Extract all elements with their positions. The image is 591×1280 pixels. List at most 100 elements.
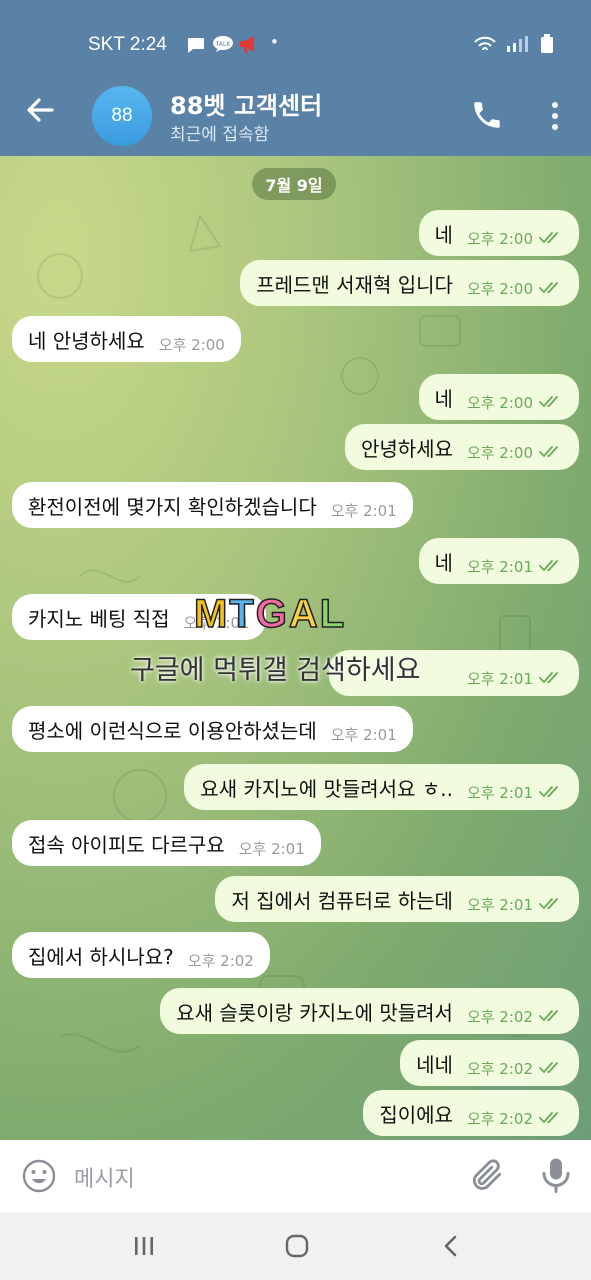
message-time: 오후 2:00	[466, 393, 533, 412]
read-receipt-icon	[539, 560, 558, 572]
back-arrow-icon[interactable]	[22, 92, 58, 128]
outgoing-message[interactable]: 네 오후 2:00	[418, 210, 579, 256]
home-icon[interactable]	[284, 1233, 310, 1259]
message-text: 안녕하세요	[360, 436, 453, 461]
message-text: 프레드맨 서재혁 입니다	[256, 272, 453, 297]
read-receipt-icon	[539, 282, 558, 294]
message-time: 오후 2:00	[466, 279, 533, 298]
read-receipt-icon	[539, 898, 558, 910]
system-icons	[473, 34, 559, 58]
read-receipt-icon	[539, 786, 558, 798]
message-time: 오후 2:02	[466, 1059, 533, 1078]
message-meta: 오후 2:00	[159, 334, 225, 355]
message-time: 오후 2:02	[466, 1109, 533, 1128]
message-text: 카지노 베팅 직접	[28, 606, 170, 631]
message-text: 평소에 이런식으로 이용안하셨는데	[28, 718, 317, 743]
message-text: 네네	[416, 1052, 453, 1077]
message-time: 오후 2:00	[466, 229, 533, 248]
incoming-message[interactable]: 환전이전에 몇가지 확인하겠습니다 오후 2:01	[12, 482, 413, 528]
message-text: 네	[434, 386, 453, 411]
message-input[interactable]: 메시지	[74, 1161, 135, 1193]
nav-back-icon[interactable]	[440, 1234, 462, 1258]
incoming-message[interactable]: 카지노 베팅 직접 오후 2:01	[12, 594, 266, 640]
app-header: SKT 2:24 TALK • 88 88벳 고객센터 최근에 접속함	[0, 0, 591, 156]
message-text: 접속 아이피도 다르구요	[28, 832, 225, 857]
message-text: 요새 카지노에 맛들려서요 ㅎ..	[200, 776, 453, 801]
message-meta: 오후 2:02	[188, 950, 254, 971]
read-receipt-icon	[539, 1112, 558, 1124]
message-notification-icon	[186, 36, 206, 58]
message-meta: 오후 2:00	[467, 278, 563, 299]
message-meta: 오후 2:01	[331, 500, 397, 521]
emoji-icon[interactable]	[20, 1157, 58, 1195]
talk-notification-icon: TALK	[212, 35, 234, 57]
status-bar: SKT 2:24 TALK •	[0, 0, 591, 82]
last-seen-status: 최근에 접속함	[170, 125, 270, 145]
message-text: 집에서 하시나요?	[28, 944, 174, 969]
phone-call-icon[interactable]	[470, 98, 504, 132]
message-time: 오후 2:01	[238, 839, 305, 858]
message-input-bar: 메시지	[0, 1140, 591, 1212]
message-meta: 오후 2:01	[467, 894, 563, 915]
message-text: 네 안녕하세요	[28, 328, 145, 353]
message-meta: 오후 2:01	[331, 724, 397, 745]
message-meta: 오후 2:01	[467, 668, 563, 689]
message-text: 네	[434, 222, 453, 247]
message-meta: 오후 2:01	[467, 556, 563, 577]
message-time: 오후 2:02	[187, 951, 254, 970]
microphone-icon[interactable]	[538, 1155, 574, 1195]
message-text: 집이에요	[379, 1102, 453, 1127]
message-text: 저 집에서 컴퓨터로 하는데	[231, 888, 453, 913]
chat-area[interactable]: 7월 9일 네 오후 2:00 프레드맨 서재혁 입니다 오후 2:00 네 안녕하세요…	[0, 156, 591, 1140]
outgoing-message[interactable]: 오후 2:01	[329, 650, 579, 696]
message-text: 요새 슬롯이랑 카지노에 맛들려서	[176, 1000, 453, 1025]
incoming-message[interactable]: 집에서 하시나요? 오후 2:02	[12, 932, 270, 978]
attach-icon[interactable]	[468, 1155, 506, 1195]
message-time: 오후 2:01	[466, 557, 533, 576]
outgoing-message[interactable]: 프레드맨 서재혁 입니다 오후 2:00	[240, 260, 579, 306]
read-receipt-icon	[539, 1062, 558, 1074]
message-meta: 오후 2:01	[184, 612, 250, 633]
message-meta: 오후 2:02	[467, 1108, 563, 1129]
message-text: 환전이전에 몇가지 확인하겠습니다	[28, 494, 317, 519]
message-meta: 오후 2:00	[467, 228, 563, 249]
message-time: 오후 2:01	[466, 783, 533, 802]
outgoing-message[interactable]: 요새 슬롯이랑 카지노에 맛들려서 오후 2:02	[160, 988, 579, 1034]
status-time: SKT 2:24	[88, 34, 167, 55]
message-time: 오후 2:01	[466, 669, 533, 688]
message-meta: 오후 2:01	[467, 782, 563, 803]
read-receipt-icon	[539, 396, 558, 408]
message-meta: 오후 2:00	[467, 442, 563, 463]
message-meta: 오후 2:00	[467, 392, 563, 413]
message-time: 오후 2:00	[466, 443, 533, 462]
recent-apps-icon[interactable]	[132, 1234, 156, 1258]
outgoing-message[interactable]: 네네 오후 2:02	[400, 1040, 579, 1086]
outgoing-message[interactable]: 네 오후 2:00	[418, 374, 579, 420]
incoming-message[interactable]: 네 안녕하세요 오후 2:00	[12, 316, 241, 362]
message-text: 네	[434, 550, 453, 575]
outgoing-message[interactable]: 요새 카지노에 맛들려서요 ㅎ.. 오후 2:01	[184, 764, 579, 810]
svg-text:TALK: TALK	[215, 41, 232, 48]
message-meta: 오후 2:01	[239, 838, 305, 859]
message-time: 오후 2:01	[330, 501, 397, 520]
read-receipt-icon	[539, 1010, 558, 1022]
system-navigation-bar	[0, 1212, 591, 1280]
outgoing-message[interactable]: 저 집에서 컴퓨터로 하는데 오후 2:01	[215, 876, 579, 922]
message-time: 오후 2:01	[330, 725, 397, 744]
message-meta: 오후 2:02	[467, 1006, 563, 1027]
outgoing-message[interactable]: 집이에요 오후 2:02	[363, 1090, 579, 1136]
message-time: 오후 2:00	[158, 335, 225, 354]
more-options-icon[interactable]	[545, 100, 565, 132]
outgoing-message[interactable]: 네 오후 2:01	[418, 538, 579, 584]
read-receipt-icon	[539, 672, 558, 684]
avatar[interactable]: 88	[92, 86, 152, 146]
incoming-message[interactable]: 접속 아이피도 다르구요 오후 2:01	[12, 820, 321, 866]
incoming-message[interactable]: 평소에 이런식으로 이용안하셨는데 오후 2:01	[12, 706, 413, 752]
message-time: 오후 2:02	[466, 1007, 533, 1026]
chat-title[interactable]: 88벳 고객센터	[170, 86, 322, 121]
outgoing-message[interactable]: 안녕하세요 오후 2:00	[344, 424, 579, 470]
megaphone-notification-icon	[238, 34, 260, 58]
read-receipt-icon	[539, 446, 558, 458]
status-dot: •	[270, 33, 279, 51]
message-meta: 오후 2:02	[467, 1058, 563, 1079]
